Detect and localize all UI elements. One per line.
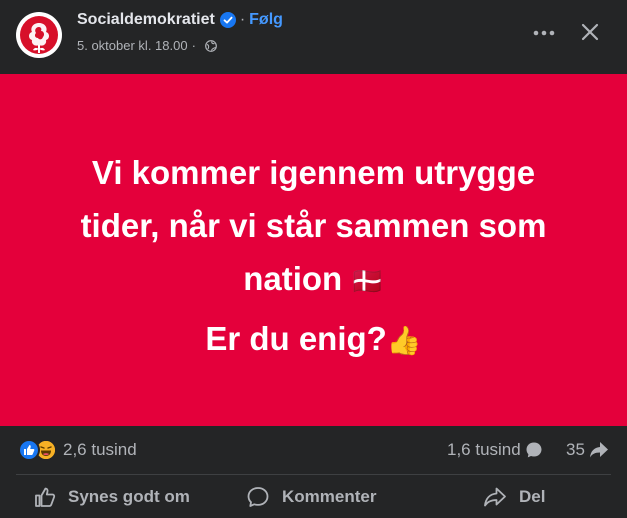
globe-icon	[205, 39, 217, 52]
like-button-label: Synes godt om	[68, 487, 190, 506]
comments-count[interactable]: 1,6 tusind	[447, 440, 543, 460]
close-icon	[581, 23, 599, 41]
post-header: Socialdemokratiet · Følg 5. oktober kl. …	[0, 0, 627, 74]
close-button[interactable]	[576, 18, 604, 46]
stats-divider	[16, 474, 611, 475]
verified-badge-icon	[219, 12, 236, 28]
follow-button[interactable]: Følg	[249, 11, 283, 29]
thumbs-up-emoji: 👍	[386, 325, 422, 356]
reactions-summary[interactable]: 2,6 tusind	[18, 439, 137, 461]
reactions-count: 2,6 tusind	[63, 440, 137, 459]
like-button[interactable]: Synes godt om	[34, 476, 190, 518]
image-main-text: Vi kommer igennem utrygge tider, når vi …	[0, 146, 627, 308]
share-icon	[484, 487, 506, 507]
shares-count-text: 35	[566, 440, 585, 459]
image-text-line-3-text: nation	[243, 260, 343, 297]
more-options-icon	[533, 30, 555, 36]
share-button[interactable]: Del	[483, 476, 545, 518]
share-arrow-icon	[589, 442, 608, 458]
shares-count[interactable]: 35	[566, 440, 609, 460]
post-image[interactable]: Vi kommer igennem utrygge tider, når vi …	[0, 74, 627, 426]
comment-bubble-icon	[526, 442, 542, 458]
action-bar: Synes godt om Kommenter Del	[0, 476, 627, 518]
red-rose-logo-icon	[17, 13, 61, 57]
thumbs-up-icon	[35, 487, 56, 507]
share-button-label: Del	[519, 487, 546, 506]
post-meta: 5. oktober kl. 18.00 ·	[77, 38, 217, 53]
image-question: Er du enig?👍	[0, 317, 627, 363]
page-avatar[interactable]	[16, 12, 62, 58]
post-stats: 2,6 tusind 1,6 tusind 35	[0, 426, 627, 474]
comments-count-text: 1,6 tusind	[447, 440, 521, 459]
image-question-text: Er du enig?	[205, 320, 387, 357]
like-reaction-icon	[18, 439, 40, 461]
comment-button[interactable]: Kommenter	[246, 476, 376, 518]
meta-separator: ·	[191, 38, 196, 53]
image-text-line-2: tider, når vi står sammen som	[80, 207, 547, 244]
more-options-button[interactable]	[529, 21, 559, 45]
post-timestamp[interactable]: 5. oktober kl. 18.00	[77, 38, 188, 53]
name-separator: ·	[239, 11, 246, 28]
image-text-line-1: Vi kommer igennem utrygge	[91, 154, 536, 191]
comment-button-label: Kommenter	[282, 487, 377, 506]
image-text-line-3: nation 🇩🇰	[0, 252, 627, 308]
author-name[interactable]: Socialdemokratiet	[77, 11, 215, 29]
page-name-row: Socialdemokratiet · Følg	[77, 11, 283, 29]
denmark-flag-emoji: 🇩🇰	[351, 266, 384, 296]
comment-icon	[247, 487, 269, 507]
